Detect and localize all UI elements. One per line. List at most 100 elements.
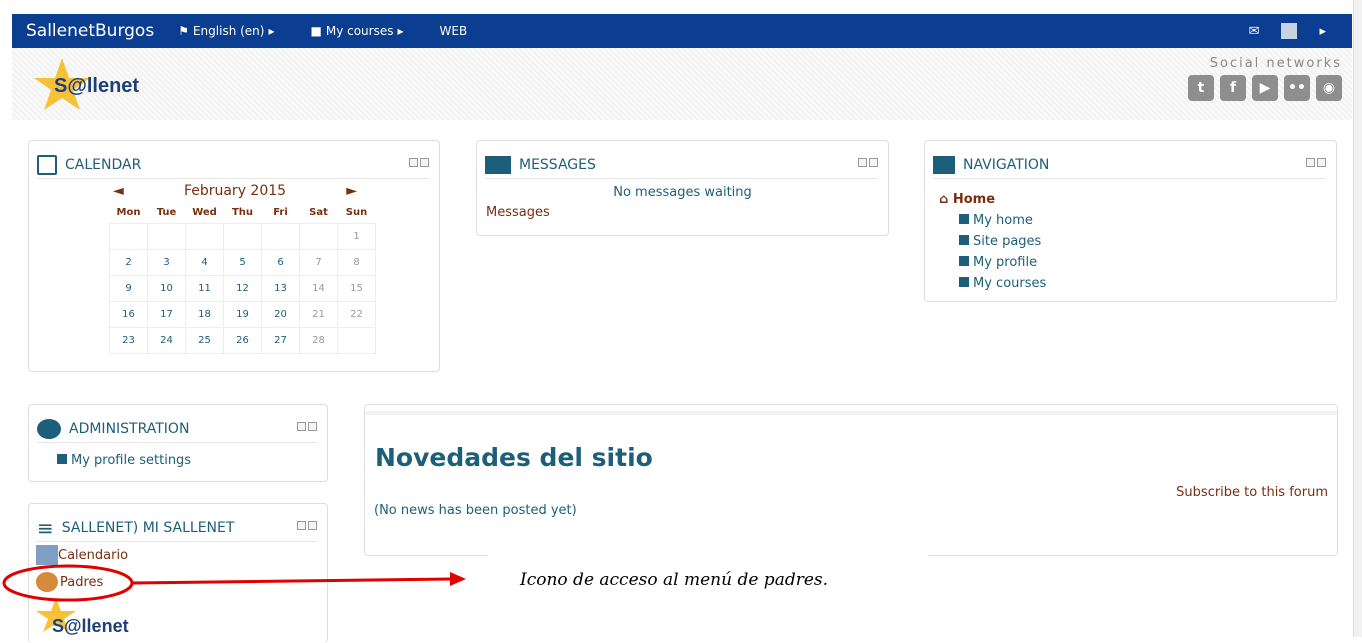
calendar-day[interactable]: 2 [109, 248, 148, 276]
dock-icon[interactable] [858, 158, 867, 167]
calendar-day [147, 222, 186, 250]
svg-text:S@llenet: S@llenet [54, 75, 139, 97]
weekday-header: Thu [231, 207, 254, 219]
facebook-icon[interactable]: f [1220, 75, 1246, 101]
calendar-day[interactable]: 18 [185, 300, 224, 328]
calendar-day[interactable]: 14 [299, 274, 338, 302]
calendar-grid: Mon Tue Wed Thu Fri Sat Sun 1 2 3 4 5 6 7 8 9 10 11 12 13 1… [109, 203, 376, 354]
svg-text:S@llenet: S@llenet [52, 616, 129, 636]
calendar-block: CALENDAR ◄ February 2015 ► Mon Tue Wed Thu F… [28, 140, 440, 372]
calendar-day[interactable]: 11 [185, 274, 224, 302]
social-title: Social networks [1209, 56, 1342, 71]
calendar-day[interactable]: 4 [185, 248, 224, 276]
calendar-day[interactable]: 15 [337, 274, 376, 302]
mail-icon[interactable]: ✉ [1249, 24, 1260, 39]
hide-icon[interactable] [420, 158, 429, 167]
annotation-text: Icono de acceso al menú de padres. [520, 570, 829, 590]
hide-icon[interactable] [308, 422, 317, 431]
user-menu-caret-icon[interactable]: ▸ [1319, 24, 1326, 39]
site-brand[interactable]: SallenetBurgos [26, 21, 154, 41]
blog-icon[interactable]: ◉ [1316, 75, 1342, 101]
no-news-text: (No news has been posted yet) [374, 503, 577, 518]
calendar-day [223, 222, 262, 250]
calendar-day[interactable]: 19 [223, 300, 262, 328]
calendar-day [109, 222, 148, 250]
weekday-header: Mon [116, 207, 141, 219]
user-icon [959, 256, 969, 266]
messages-link[interactable]: Messages [486, 205, 550, 220]
nav-my-profile[interactable]: My profile [939, 252, 1046, 273]
calendar-day[interactable]: 5 [223, 248, 262, 276]
navigation-title: NAVIGATION [963, 156, 1050, 173]
annotation-area [488, 553, 928, 637]
hide-icon[interactable] [869, 158, 878, 167]
scrollbar[interactable] [1353, 0, 1362, 637]
twitter-icon[interactable]: t [1188, 75, 1214, 101]
page-header: S@llenet Social networks t f ▶ •• ◉ [12, 48, 1352, 120]
dock-icon[interactable] [409, 158, 418, 167]
administration-block: ADMINISTRATION My profile settings [28, 404, 328, 482]
calendar-day[interactable]: 17 [147, 300, 186, 328]
calendar-day [185, 222, 224, 250]
file-icon [959, 214, 969, 224]
mi-sallenet-title: SALLENET) MI SALLENET [61, 519, 235, 536]
subscribe-link[interactable]: Subscribe to this forum [1176, 485, 1328, 500]
user-area: ✉ ▸ [1249, 14, 1352, 48]
hide-icon[interactable] [1317, 158, 1326, 167]
weekday-header: Tue [156, 207, 177, 219]
messages-title: MESSAGES [519, 156, 596, 173]
dock-icon[interactable] [297, 422, 306, 431]
nav-my-home[interactable]: My home [939, 210, 1046, 231]
my-courses-label: My courses [325, 24, 394, 38]
dock-icon[interactable] [297, 521, 306, 530]
weekday-header: Sun [345, 207, 368, 219]
hide-icon[interactable] [308, 521, 317, 530]
nav-item-label: My courses [973, 276, 1047, 291]
calendar-day[interactable]: 21 [299, 300, 338, 328]
calendar-day[interactable]: 10 [147, 274, 186, 302]
avatar[interactable] [1281, 23, 1298, 39]
calendar-day[interactable]: 8 [337, 248, 376, 276]
calendar-day[interactable]: 24 [147, 326, 186, 354]
profile-settings-link[interactable]: My profile settings [57, 453, 191, 468]
calendar-day[interactable]: 22 [337, 300, 376, 328]
calendar-day [299, 222, 338, 250]
next-month-button[interactable]: ► [346, 183, 357, 199]
cogs-icon [37, 418, 61, 439]
calendar-day[interactable]: 25 [185, 326, 224, 354]
nav-site-pages[interactable]: Site pages [939, 231, 1046, 252]
calendar-day[interactable]: 3 [147, 248, 186, 276]
prev-month-button[interactable]: ◄ [113, 183, 124, 199]
messages-block: MESSAGES No messages waiting Messages [476, 140, 889, 236]
calendar-icon [37, 154, 57, 175]
calendar-day[interactable]: 23 [109, 326, 148, 354]
nav-item-label: My home [973, 213, 1033, 228]
dock-icon[interactable] [1306, 158, 1315, 167]
calendar-day [261, 222, 300, 250]
home-icon: ⌂ [939, 192, 953, 207]
calendar-day[interactable]: 16 [109, 300, 148, 328]
calendar-day[interactable]: 7 [299, 248, 338, 276]
sallenet-logo[interactable]: S@llenet [32, 54, 152, 114]
flickr-icon[interactable]: •• [1284, 75, 1310, 101]
calendar-day[interactable]: 1 [337, 222, 376, 250]
calendar-day[interactable]: 28 [299, 326, 338, 354]
calendar-day[interactable]: 27 [261, 326, 300, 354]
calendar-day[interactable]: 13 [261, 274, 300, 302]
youtube-icon[interactable]: ▶ [1252, 75, 1278, 101]
social-networks: Social networks t f ▶ •• ◉ [1188, 56, 1342, 101]
language-menu[interactable]: ⚑ English (en) ▸ [178, 24, 274, 38]
nav-home[interactable]: ⌂ Home [939, 189, 1046, 210]
calendar-day[interactable]: 12 [223, 274, 262, 302]
nav-item-label: My profile [973, 255, 1038, 270]
folder-icon [959, 235, 969, 245]
calendar-day[interactable]: 20 [261, 300, 300, 328]
briefcase-icon: ■ [310, 24, 322, 38]
calendar-title: CALENDAR [65, 156, 142, 173]
web-link[interactable]: WEB [440, 24, 468, 38]
calendar-day[interactable]: 9 [109, 274, 148, 302]
calendar-day[interactable]: 26 [223, 326, 262, 354]
my-courses-menu[interactable]: ■ My courses ▸ [311, 24, 404, 38]
calendar-day[interactable]: 6 [261, 248, 300, 276]
nav-my-courses[interactable]: My courses [939, 273, 1046, 294]
